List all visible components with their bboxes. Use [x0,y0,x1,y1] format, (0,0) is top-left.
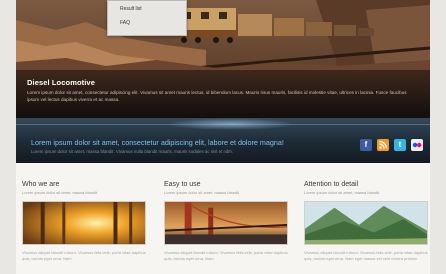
column-subtitle: Lorem ipsum dolor sit amet, massa blandi… [22,190,98,195]
hero-caption: Diesel Locomotive Lorem ipsum dolor sit … [16,70,430,118]
twitter-icon[interactable]: t [394,139,406,151]
tagline-subtitle: Lorem ipsum dolor sit amet, massa blandi… [31,149,233,154]
menu-item-result-list[interactable]: Result list [120,5,186,19]
bridge-image[interactable] [164,201,288,245]
menu-item-faq[interactable]: FAQ [120,19,186,33]
flickr-icon[interactable] [411,139,423,151]
column-subtitle: Lorem ipsum dolor sit amet, massa blandi… [164,190,240,195]
column-easy-to-use: Easy to use Lorem ipsum dolor sit amet, … [164,181,290,262]
facebook-icon[interactable]: f [360,139,372,151]
hero-slider[interactable]: Result list FAQ Diesel Locomotive Lorem … [16,0,430,118]
column-title: Attention to detail [304,181,359,188]
hero-title: Diesel Locomotive [27,78,95,87]
column-subtitle: Lorem ipsum dolor sit amet, massa blandi… [304,190,380,195]
column-title: Easy to use [164,181,201,188]
column-title: Who we are [22,181,60,188]
column-who-we-are: Who we are Lorem ipsum dolor sit amet, m… [22,181,148,262]
mountain-valley-image[interactable] [304,201,428,245]
column-text: Vivamus aliquet blandit rutrum. Vivamus … [304,250,428,261]
column-text: Vivamus aliquet blandit rutrum. Vivamus … [164,250,288,261]
autumn-forest-image[interactable] [22,201,146,245]
tagline-title: Lorem ipsum dolor sit amet, consectetur … [31,138,284,147]
column-text: Vivamus aliquet blandit rutrum. Vivamus … [22,250,146,261]
dropdown-menu: Result list FAQ [107,0,187,36]
band-divider [16,124,430,125]
hero-description: Lorem ipsum dolor sit amet, consectetur … [27,90,407,102]
page: Result list FAQ Diesel Locomotive Lorem … [16,0,430,274]
column-attention-to-detail: Attention to detail Lorem ipsum dolor si… [304,181,430,262]
tagline-band: Lorem ipsum dolor sit amet, consectetur … [16,118,430,163]
rss-icon[interactable] [377,139,389,151]
